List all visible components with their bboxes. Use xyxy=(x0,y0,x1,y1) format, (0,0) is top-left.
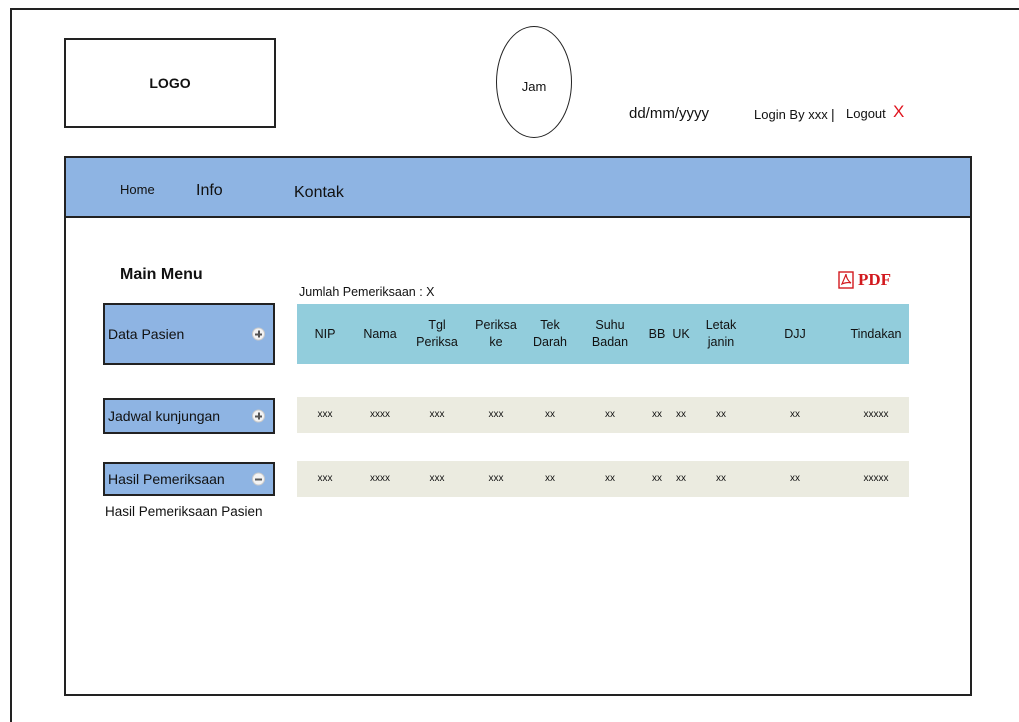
header-separator: | xyxy=(831,106,835,122)
top-navbar: Home Info Kontak xyxy=(64,156,972,218)
menu-data-pasien[interactable]: Data Pasien xyxy=(103,303,275,365)
table-cell: xxxxx xyxy=(863,409,889,421)
table-cell: xxx xyxy=(317,473,333,485)
header-periksa-ke: Periksa ke xyxy=(475,318,517,349)
login-info: Login By xxx xyxy=(754,107,828,122)
table-cell: xx xyxy=(790,409,800,421)
logout-x-icon[interactable]: X xyxy=(893,102,904,122)
pdf-export-button[interactable]: PDF xyxy=(838,270,891,290)
logout-link[interactable]: Logout xyxy=(846,106,886,121)
table-cell: xx xyxy=(652,473,662,485)
table-cell: xxxxx xyxy=(863,473,889,485)
header-tindakan: Tindakan xyxy=(850,326,902,341)
plus-icon[interactable] xyxy=(252,327,265,341)
table-cell: xx xyxy=(676,473,686,485)
table-cell: xx xyxy=(605,473,615,485)
table-cell: xxx xyxy=(429,409,445,421)
table-cell: xxx xyxy=(317,409,333,421)
table-cell: xxxx xyxy=(370,473,390,485)
header-tek-darah: Tek Darah xyxy=(532,318,568,349)
table-header: NIP Nama Tgl Periksa Periksa ke Tek Darah S… xyxy=(297,304,909,364)
table-cell: xx xyxy=(545,473,555,485)
header-nip: NIP xyxy=(314,326,336,341)
main-menu-title: Main Menu xyxy=(120,266,203,283)
menu-jadwal-kunjungan[interactable]: Jadwal kunjungan xyxy=(103,398,275,434)
table-cell: xx xyxy=(716,473,726,485)
menu-hasil-pemeriksaan[interactable]: Hasil Pemeriksaan xyxy=(103,462,275,496)
table-cell: xx xyxy=(652,409,662,421)
table-cell: xxx xyxy=(488,409,504,421)
table-cell: xx xyxy=(545,409,555,421)
nav-home[interactable]: Home xyxy=(120,182,155,197)
header-letak-janin: Letak janin xyxy=(705,318,737,349)
clock-widget: Jam xyxy=(496,26,572,138)
examination-count: Jumlah Pemeriksaan : X xyxy=(299,285,435,299)
table-cell: xx xyxy=(605,409,615,421)
minus-icon[interactable] xyxy=(252,472,265,486)
logo-box: LOGO xyxy=(64,38,276,128)
table-cell: xxx xyxy=(488,473,504,485)
header-tgl-periksa: Tgl Periksa xyxy=(416,318,458,349)
table-cell: xx xyxy=(676,409,686,421)
table-row[interactable]: xxx xxxx xxx xxx xx xx xx xx xx xx xxxxx xyxy=(297,397,909,433)
table-row[interactable]: xxx xxxx xxx xxx xx xx xx xx xx xx xxxxx xyxy=(297,461,909,497)
clock-label: Jam xyxy=(521,79,547,94)
pdf-label: PDF xyxy=(858,270,892,289)
table-cell: xx xyxy=(790,473,800,485)
logo-text: LOGO xyxy=(149,75,191,91)
submenu-hasil-pemeriksaan-pasien[interactable]: Hasil Pemeriksaan Pasien xyxy=(105,504,263,519)
header-bb: BB xyxy=(648,326,666,341)
date-display: dd/mm/yyyy xyxy=(629,105,710,122)
table-cell: xxx xyxy=(429,473,445,485)
header-djj: DJJ xyxy=(784,326,806,341)
menu-jadwal-kunjungan-label: Jadwal kunjungan xyxy=(108,408,221,424)
nav-info[interactable]: Info xyxy=(196,182,223,200)
header-uk: UK xyxy=(672,326,690,341)
pdf-icon xyxy=(838,271,854,289)
plus-icon[interactable] xyxy=(252,409,265,423)
menu-data-pasien-label: Data Pasien xyxy=(108,326,185,342)
table-cell: xxxx xyxy=(370,409,390,421)
nav-kontak[interactable]: Kontak xyxy=(294,184,344,202)
header-suhu-badan: Suhu Badan xyxy=(591,318,629,349)
table-cell: xx xyxy=(716,409,726,421)
menu-hasil-pemeriksaan-label: Hasil Pemeriksaan xyxy=(108,471,225,487)
header-nama: Nama xyxy=(363,326,397,341)
